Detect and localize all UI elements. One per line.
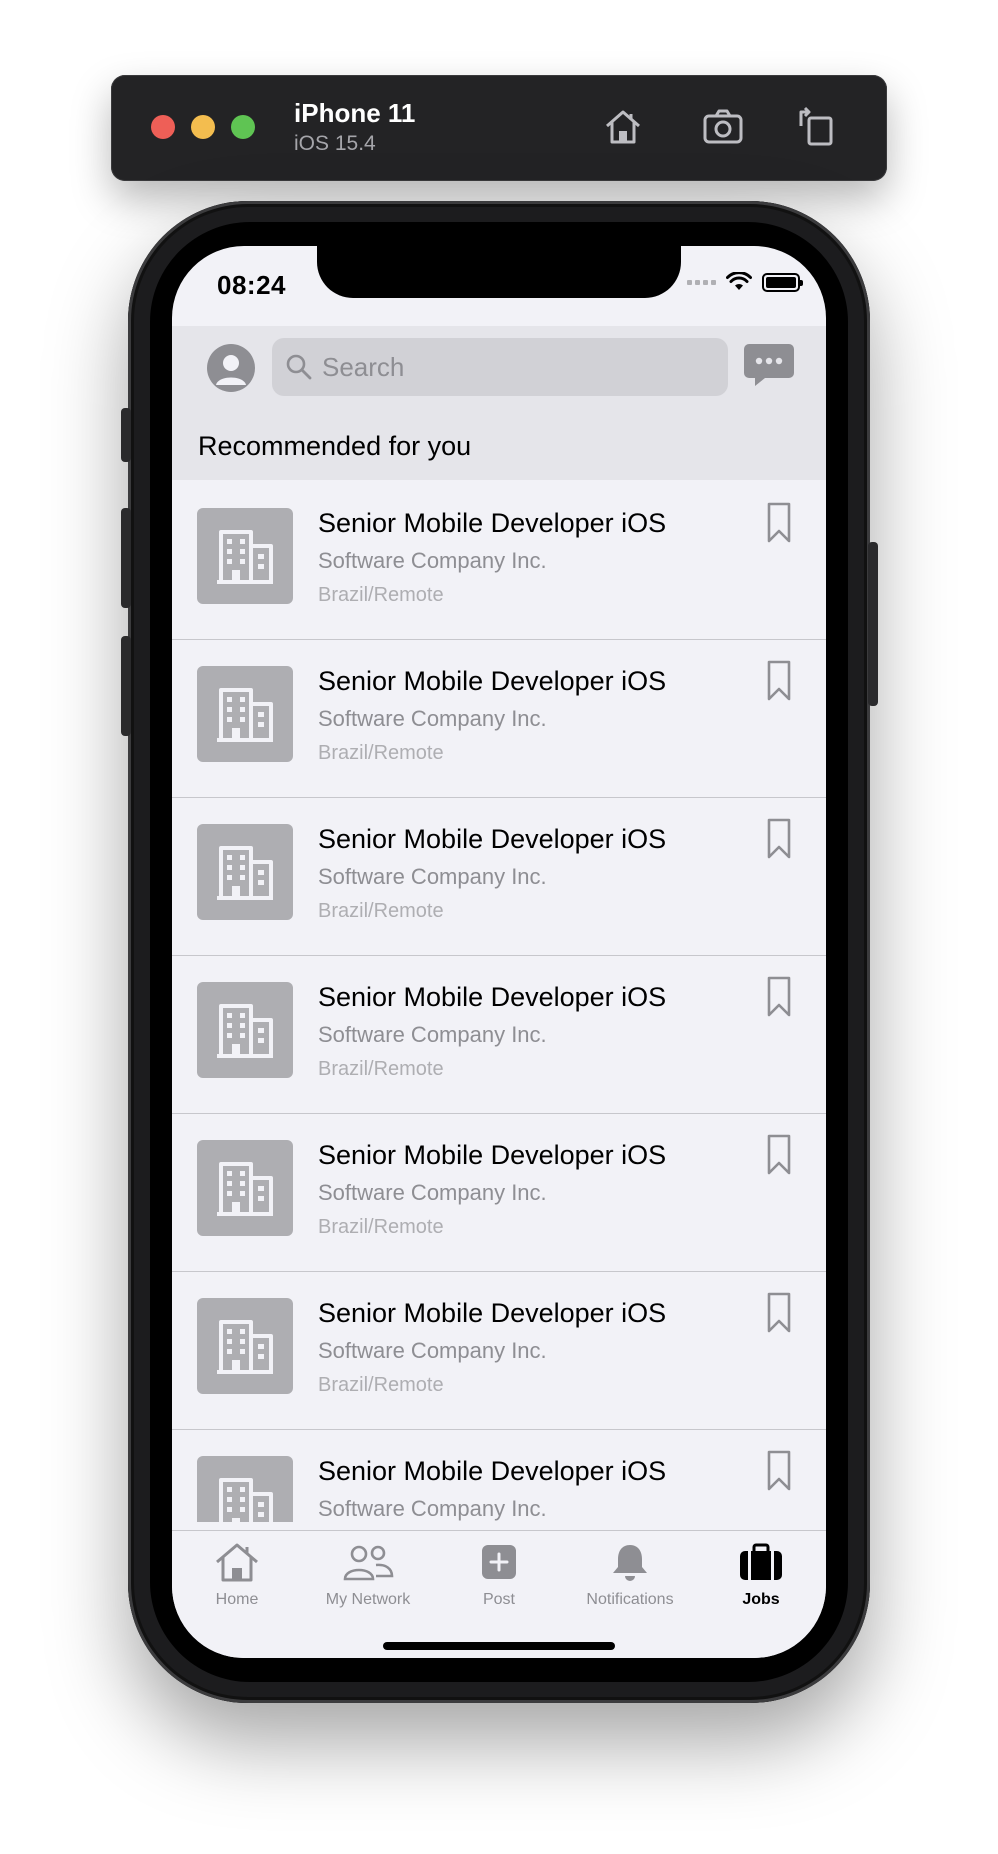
- job-title: Senior Mobile Developer iOS: [318, 982, 667, 1012]
- tab-jobs[interactable]: Jobs: [696, 1541, 826, 1609]
- company-building-icon: [197, 508, 293, 604]
- battery-icon: [762, 272, 803, 292]
- bookmark-icon[interactable]: [766, 1134, 792, 1176]
- tab-post-label: Post: [482, 1591, 515, 1608]
- job-list: Senior Mobile Developer iOS Software Comp…: [172, 482, 826, 1522]
- volume-up-button: [121, 508, 131, 608]
- house-icon: [211, 1541, 263, 1583]
- company-building-icon: [197, 1298, 293, 1394]
- tab-post[interactable]: Post: [434, 1541, 564, 1609]
- job-row[interactable]: Senior Mobile Developer iOS Software Comp…: [172, 482, 826, 640]
- people-icon: [342, 1541, 394, 1583]
- tab-home[interactable]: Home: [172, 1541, 302, 1609]
- job-row[interactable]: Senior Mobile Developer iOS Software Comp…: [172, 1430, 826, 1522]
- job-title: Senior Mobile Developer iOS: [318, 508, 667, 538]
- job-title: Senior Mobile Developer iOS: [318, 666, 667, 696]
- tab-notifications[interactable]: Notifications: [565, 1541, 695, 1609]
- tab-notifications-label: Notifications: [586, 1591, 674, 1608]
- job-location: Brazil/Remote: [318, 1374, 444, 1396]
- job-title: Senior Mobile Developer iOS: [318, 1456, 667, 1486]
- status-icons: [687, 272, 803, 292]
- company-building-icon: [197, 1456, 293, 1522]
- tab-my-network[interactable]: My Network: [303, 1541, 433, 1609]
- zoom-window-button[interactable]: [231, 115, 255, 139]
- job-row[interactable]: Senior Mobile Developer iOS Software Comp…: [172, 798, 826, 956]
- job-location: Brazil/Remote: [318, 584, 444, 606]
- wifi-icon: [726, 272, 752, 292]
- job-title: Senior Mobile Developer iOS: [318, 1298, 667, 1328]
- job-location: Brazil/Remote: [318, 1058, 444, 1080]
- company-building-icon: [197, 666, 293, 762]
- bookmark-icon[interactable]: [766, 1292, 792, 1334]
- bookmark-icon[interactable]: [766, 818, 792, 860]
- close-window-button[interactable]: [151, 115, 175, 139]
- phone-screen: 08:24 Recommended for you Senior Mobile …: [172, 246, 826, 1658]
- power-button: [868, 542, 878, 706]
- simulator-device-name: iPhone 11: [294, 98, 416, 128]
- bookmark-icon[interactable]: [766, 1450, 792, 1492]
- cellular-signal-icon: [687, 279, 716, 285]
- status-time: 08:24: [217, 270, 286, 300]
- profile-avatar[interactable]: [207, 344, 255, 392]
- job-row[interactable]: Senior Mobile Developer iOS Software Comp…: [172, 1114, 826, 1272]
- bookmark-icon[interactable]: [766, 660, 792, 702]
- home-icon[interactable]: [601, 104, 645, 148]
- job-title: Senior Mobile Developer iOS: [318, 824, 667, 854]
- job-row[interactable]: Senior Mobile Developer iOS Software Comp…: [172, 956, 826, 1114]
- job-company: Software Company Inc.: [318, 1180, 547, 1205]
- screenshot-icon[interactable]: [701, 104, 745, 148]
- job-company: Software Company Inc.: [318, 864, 547, 889]
- job-company: Software Company Inc.: [318, 1338, 547, 1363]
- job-location: Brazil/Remote: [318, 1216, 444, 1238]
- job-location: Brazil/Remote: [318, 742, 444, 764]
- job-row[interactable]: Senior Mobile Developer iOS Software Comp…: [172, 640, 826, 798]
- company-building-icon: [197, 982, 293, 1078]
- minimize-window-button[interactable]: [191, 115, 215, 139]
- search-bar[interactable]: [272, 338, 728, 396]
- job-row[interactable]: Senior Mobile Developer iOS Software Comp…: [172, 1272, 826, 1430]
- job-company: Software Company Inc.: [318, 706, 547, 731]
- plus-square-icon: [473, 1541, 525, 1583]
- search-input[interactable]: [322, 351, 702, 383]
- silent-switch: [121, 408, 131, 462]
- volume-down-button: [121, 636, 131, 736]
- briefcase-icon: [735, 1541, 787, 1583]
- tab-home-label: Home: [215, 1591, 259, 1608]
- job-title: Senior Mobile Developer iOS: [318, 1140, 667, 1170]
- bell-icon: [604, 1541, 656, 1583]
- tab-jobs-label: Jobs: [742, 1591, 780, 1608]
- company-building-icon: [197, 824, 293, 920]
- rotate-icon[interactable]: [793, 104, 837, 148]
- company-building-icon: [197, 1140, 293, 1236]
- bookmark-icon[interactable]: [766, 976, 792, 1018]
- section-title: Recommended for you: [198, 431, 472, 461]
- simulator-toolbar: [111, 75, 887, 181]
- notch: [317, 246, 681, 298]
- home-indicator: [383, 1642, 615, 1650]
- job-company: Software Company Inc.: [318, 1496, 547, 1521]
- job-company: Software Company Inc.: [318, 548, 547, 573]
- bookmark-icon[interactable]: [766, 502, 792, 544]
- tab-my-network-label: My Network: [325, 1591, 411, 1608]
- messages-icon[interactable]: [743, 342, 795, 388]
- simulator-os-version: iOS 15.4: [294, 132, 376, 155]
- job-company: Software Company Inc.: [318, 1022, 547, 1047]
- tab-bar: Home My Network Post Notifications Jobs: [172, 1530, 826, 1658]
- search-icon: [286, 354, 312, 380]
- job-location: Brazil/Remote: [318, 900, 444, 922]
